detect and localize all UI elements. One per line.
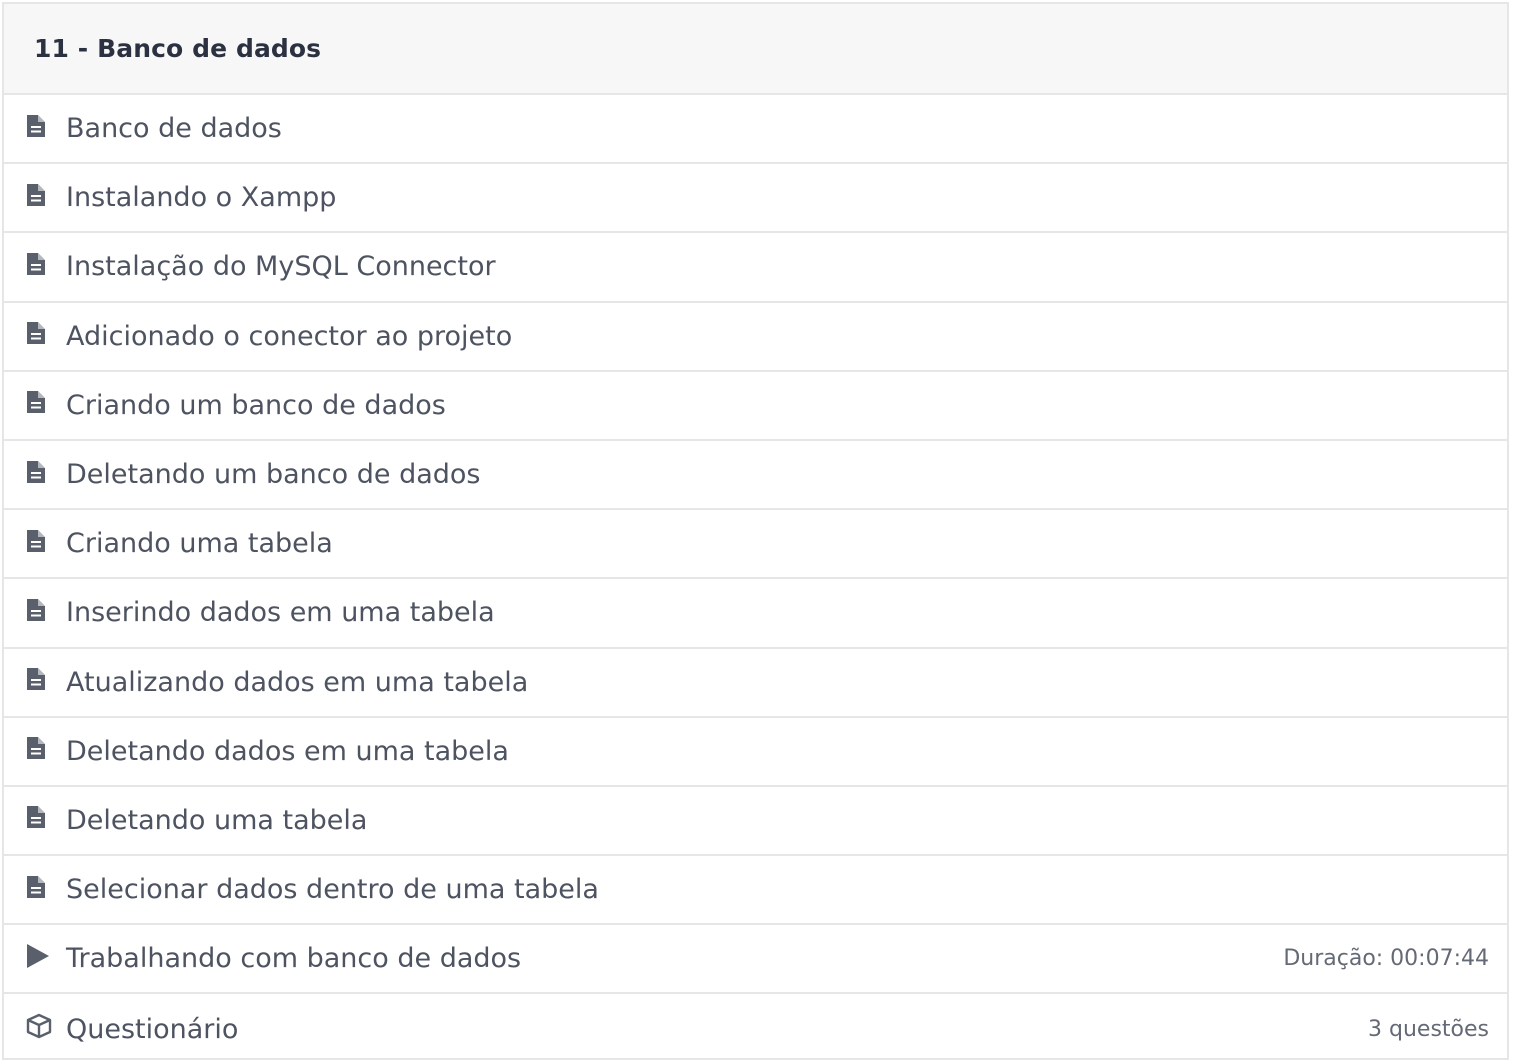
lesson-item-10[interactable]: Deletando uma tabela — [4, 787, 1507, 857]
section-title: 11 - Banco de dados — [34, 34, 322, 63]
lesson-item-5[interactable]: Deletando um banco de dados — [4, 441, 1507, 511]
document-icon — [26, 388, 54, 416]
quiz-question-count: 3 questões — [1368, 1016, 1489, 1042]
cube-icon — [26, 1012, 54, 1040]
document-icon — [26, 458, 54, 486]
lesson-label: Banco de dados — [66, 113, 282, 145]
lesson-item-2[interactable]: Instalação do MySQL Connector — [4, 233, 1507, 303]
lesson-label: Instalando o Xampp — [66, 182, 337, 214]
lesson-item-quiz[interactable]: Questionário 3 questões — [4, 994, 1507, 1063]
document-icon — [26, 527, 54, 555]
lesson-label: Criando uma tabela — [66, 528, 333, 560]
lesson-label: Questionário — [66, 1013, 239, 1045]
document-icon — [26, 596, 54, 624]
document-icon — [26, 665, 54, 693]
document-icon — [26, 112, 54, 140]
lesson-label: Adicionado o conector ao projeto — [66, 320, 513, 352]
course-section-panel: 11 - Banco de dados Banco de dados Insta… — [2, 2, 1509, 1060]
lesson-label: Selecionar dados dentro de uma tabela — [66, 874, 599, 906]
lesson-label: Atualizando dados em uma tabela — [66, 666, 529, 698]
lesson-label: Criando um banco de dados — [66, 389, 446, 421]
lesson-item-9[interactable]: Deletando dados em uma tabela — [4, 718, 1507, 787]
lesson-item-11[interactable]: Selecionar dados dentro de uma tabela — [4, 856, 1507, 926]
document-icon — [26, 319, 54, 347]
lesson-label: Deletando dados em uma tabela — [66, 735, 509, 767]
lesson-duration: Duração: 00:07:44 — [1283, 946, 1489, 972]
lesson-item-0[interactable]: Banco de dados — [4, 95, 1507, 165]
lesson-item-1[interactable]: Instalando o Xampp — [4, 164, 1507, 234]
document-icon — [26, 181, 54, 209]
lesson-item-6[interactable]: Criando uma tabela — [4, 510, 1507, 580]
lesson-item-video[interactable]: Trabalhando com banco de dados Duração: … — [4, 925, 1507, 995]
lesson-item-4[interactable]: Criando um banco de dados — [4, 372, 1507, 441]
lesson-item-7[interactable]: Inserindo dados em uma tabela — [4, 579, 1507, 649]
document-icon — [26, 250, 54, 278]
document-icon — [26, 734, 54, 762]
lesson-label: Instalação do MySQL Connector — [66, 251, 496, 283]
lesson-item-8[interactable]: Atualizando dados em uma tabela — [4, 649, 1507, 718]
lesson-label: Inserindo dados em uma tabela — [66, 597, 495, 629]
section-header[interactable]: 11 - Banco de dados — [4, 4, 1507, 95]
play-icon — [26, 942, 54, 970]
lesson-label: Trabalhando com banco de dados — [66, 943, 522, 975]
lesson-item-3[interactable]: Adicionado o conector ao projeto — [4, 303, 1507, 372]
document-icon — [26, 803, 54, 831]
lesson-list: Banco de dados Instalando o Xampp Instal… — [4, 95, 1507, 1064]
document-icon — [26, 873, 54, 901]
lesson-label: Deletando um banco de dados — [66, 459, 481, 491]
lesson-label: Deletando uma tabela — [66, 804, 368, 836]
